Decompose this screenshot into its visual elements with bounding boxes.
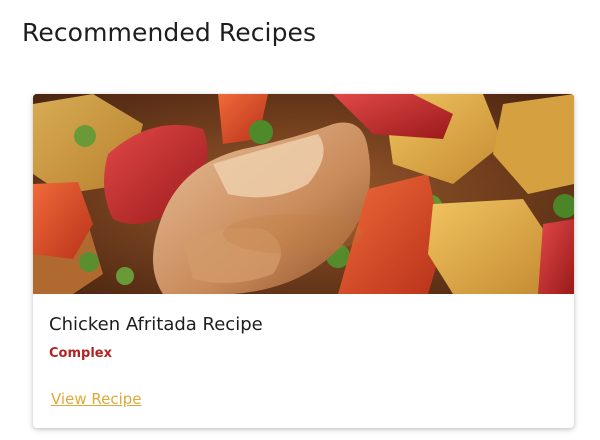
recipe-card: Chicken Afritada Recipe Complex View Rec… <box>33 94 574 428</box>
difficulty-badge: Complex <box>49 346 112 361</box>
recipe-title: Chicken Afritada Recipe <box>49 314 263 335</box>
view-recipe-link[interactable]: View Recipe <box>51 390 142 408</box>
recommended-recipes-page: Recommended Recipes Chicken Afritada Rec… <box>0 0 600 440</box>
section-title: Recommended Recipes <box>22 18 317 47</box>
recipe-image <box>33 94 574 294</box>
